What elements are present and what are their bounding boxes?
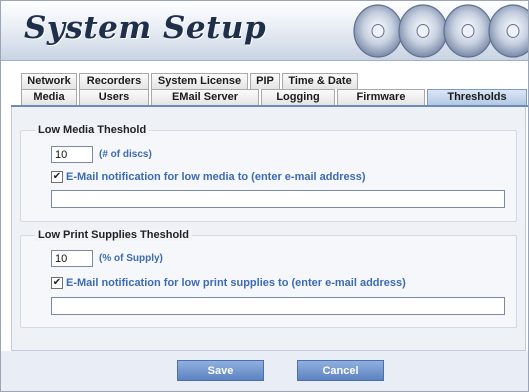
low-media-legend: Low Media Theshold	[35, 124, 150, 136]
tab-firmware[interactable]: Firmware	[337, 89, 425, 105]
disc-graphics-icon	[353, 4, 528, 58]
low-print-legend: Low Print Supplies Theshold	[35, 229, 192, 241]
low-media-group: Low Media Theshold (# of discs) ✔ E-Mail…	[20, 124, 517, 222]
low-print-email-label: E-Mail notification for low print suppli…	[66, 277, 406, 289]
tab-media[interactable]: Media	[21, 89, 77, 105]
tab-email-server[interactable]: EMail Server	[151, 89, 259, 105]
tab-time-date[interactable]: Time & Date	[282, 73, 358, 89]
low-media-email-label: E-Mail notification for low media to (en…	[66, 171, 366, 183]
low-print-hint: (% of Supply)	[99, 253, 163, 264]
tab-pip[interactable]: PIP	[250, 73, 280, 89]
footer-bar	[1, 351, 528, 391]
low-media-input[interactable]	[51, 146, 93, 163]
low-print-group: Low Print Supplies Theshold (% of Supply…	[20, 229, 517, 328]
save-button[interactable]: Save	[177, 360, 264, 381]
tab-system-license[interactable]: System License	[151, 73, 248, 89]
header-banner: System Setup	[1, 1, 528, 61]
page-title: System Setup	[24, 10, 267, 46]
low-media-email-field[interactable]	[51, 190, 505, 208]
low-media-hint: (# of discs)	[99, 149, 152, 160]
tab-recorders[interactable]: Recorders	[79, 73, 149, 89]
tab-thresholds[interactable]: Thresholds	[427, 89, 527, 105]
tab-users[interactable]: Users	[79, 89, 149, 105]
cancel-button[interactable]: Cancel	[297, 360, 384, 381]
checkmark-icon: ✔	[52, 277, 62, 288]
low-print-email-field[interactable]	[51, 297, 505, 315]
checkmark-icon: ✔	[52, 171, 62, 182]
low-print-email-checkbox[interactable]: ✔	[51, 277, 63, 289]
tab-logging[interactable]: Logging	[261, 89, 335, 105]
tab-bar: Network Recorders System License PIP Tim…	[1, 60, 528, 106]
system-setup-window: System Setup Network Recorders System Li…	[0, 0, 529, 392]
tab-network[interactable]: Network	[21, 73, 77, 89]
low-media-email-checkbox[interactable]: ✔	[51, 171, 63, 183]
low-print-input[interactable]	[51, 250, 93, 267]
